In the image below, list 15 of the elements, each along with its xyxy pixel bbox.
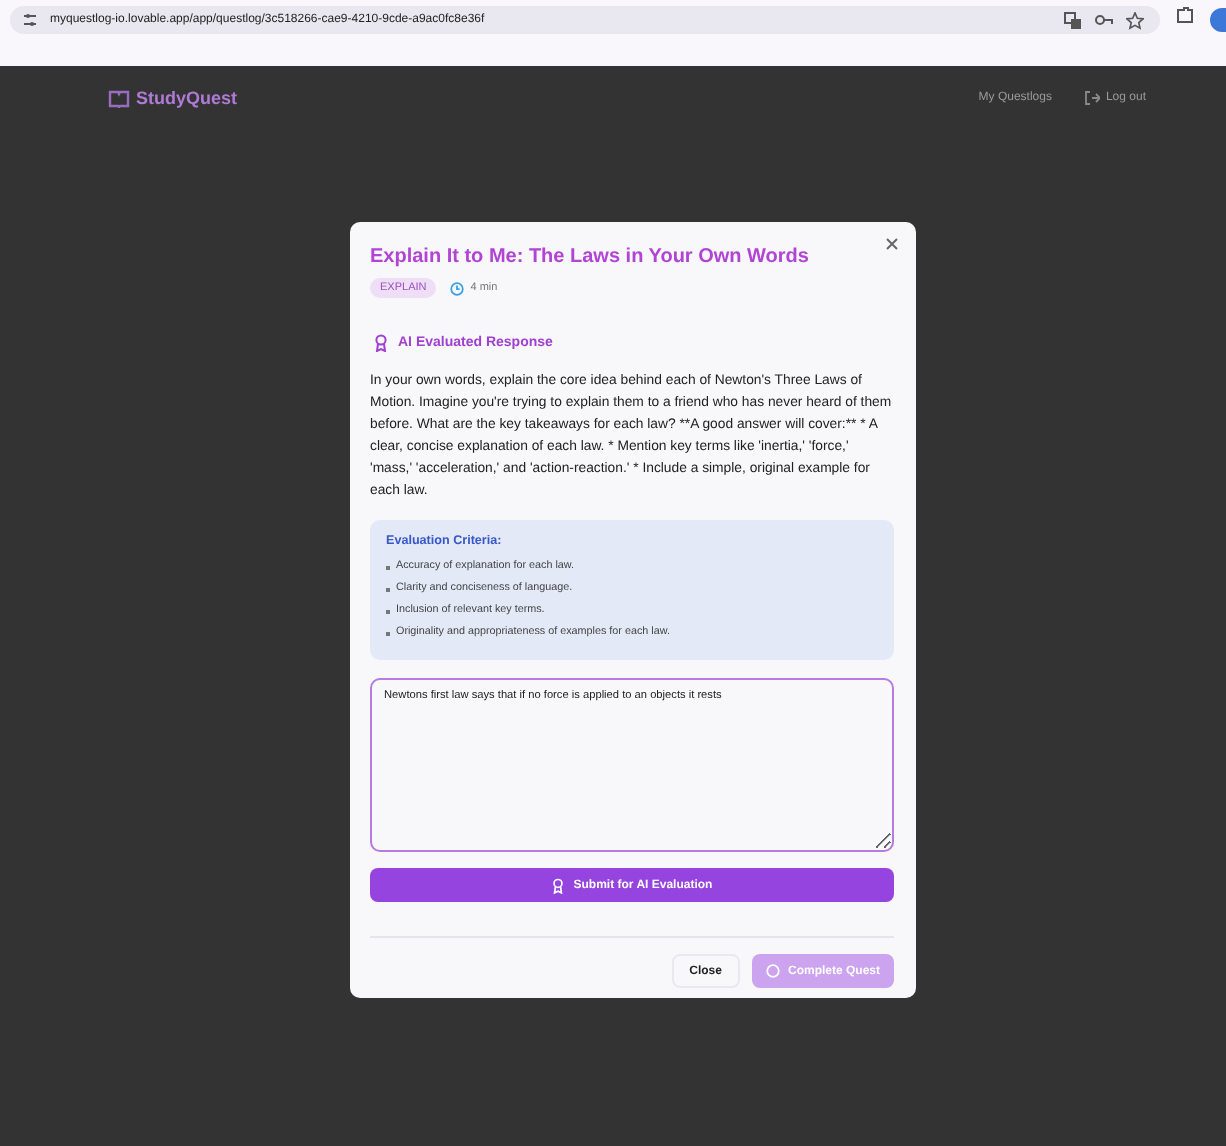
clock-icon <box>450 281 465 295</box>
app-logo[interactable]: StudyQuest <box>136 88 238 108</box>
star-icon[interactable] <box>1126 11 1144 29</box>
logout-icon <box>1085 91 1100 105</box>
profile-avatar[interactable] <box>1210 8 1226 32</box>
book-icon <box>108 89 130 107</box>
key-icon[interactable] <box>1094 12 1114 28</box>
extensions-icon[interactable] <box>1176 6 1194 24</box>
dialog-title: Explain It to Me: The Laws in Your Own Words <box>370 246 811 268</box>
award-icon <box>551 877 564 893</box>
close-icon[interactable] <box>886 238 898 250</box>
circle-icon <box>765 964 780 978</box>
translate-icon[interactable] <box>1064 11 1082 29</box>
award-icon <box>374 334 388 352</box>
site-settings-icon[interactable] <box>22 12 38 28</box>
